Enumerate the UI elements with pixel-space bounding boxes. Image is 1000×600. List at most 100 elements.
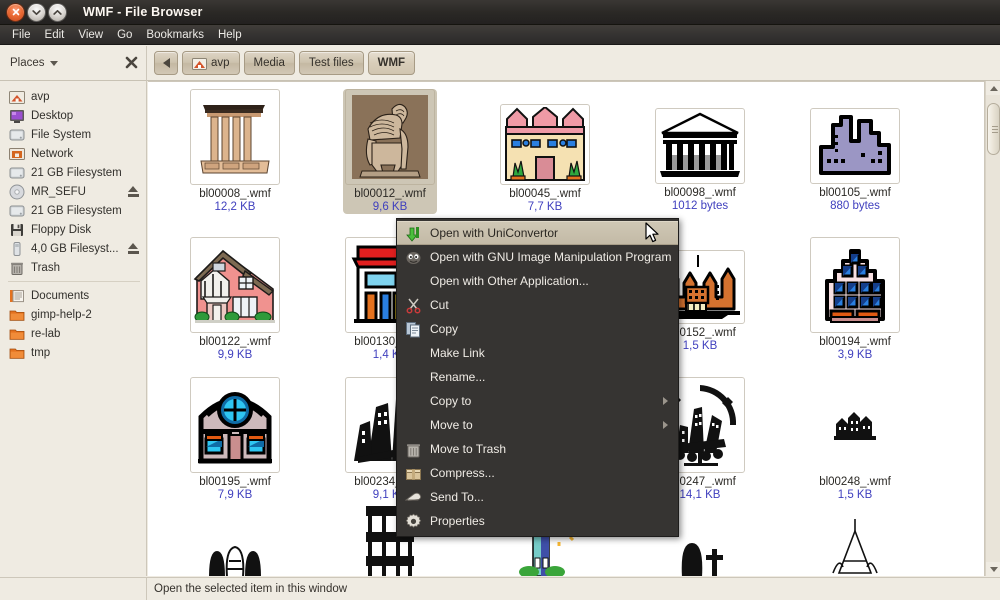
places-title-label: Places [10,57,45,69]
no-icon [403,392,423,410]
file-name: bl00194_.wmf [819,336,891,348]
sidebar-item-mr-sefu[interactable]: MR_SEFU [0,182,146,201]
no-icon [403,344,423,362]
gear-icon [403,512,423,530]
sidebar-item-filesystem-21gb-b[interactable]: 21 GB Filesystem [0,201,146,220]
menu-item-open-with-gimp[interactable]: Open with GNU Image Manipulation Program [397,245,678,269]
context-menu[interactable]: Open with UniConvertor Open with GNU Ima… [396,218,679,537]
file-item[interactable]: bl00195_.wmf 7,9 KB [180,377,290,502]
file-item[interactable]: bl00045_.wmf 7,7 KB [490,104,600,214]
file-name: bl00122_.wmf [199,336,271,348]
file-item[interactable]: bl00194_.wmf 3,9 KB [800,237,910,362]
places-title-group[interactable]: Places [10,57,58,69]
menu-item-make-link[interactable]: Make Link [397,341,678,365]
ruins-columns-art [200,105,270,174]
file-thumbnail [810,377,900,473]
sidebar-item-gimp-help-2[interactable]: gimp-help-2 [0,305,146,324]
menu-item-copy-to[interactable]: Copy to [397,389,678,413]
menu-item-open-with-uniconvertor[interactable]: Open with UniConvertor [397,221,678,245]
close-window-button[interactable] [6,2,25,22]
path-bar: avp Media Test files WMF [147,51,416,75]
file-size: 3,9 KB [837,349,873,361]
menu-item-label: Move to [430,418,473,432]
file-item[interactable] [180,517,290,576]
minimize-window-button[interactable] [27,2,46,22]
breadcrumb-test-files[interactable]: Test files [298,51,364,75]
file-size: 9,6 KB [368,201,412,214]
menu-item-properties[interactable]: Properties [397,509,678,533]
menu-edit[interactable]: Edit [38,27,72,43]
breadcrumb-avp[interactable]: avp [182,51,240,75]
file-thumbnail [190,237,280,333]
file-item-selected[interactable]: bl00012_.wmf 9,6 KB [335,89,445,214]
sidebar-item-avp[interactable]: avp [0,87,146,106]
menu-item-rename[interactable]: Rename... [397,365,678,389]
menu-item-cut[interactable]: Cut [397,293,678,317]
menu-item-label: Move to Trash [430,442,507,456]
sidebar-item-file-system[interactable]: File System [0,125,146,144]
menu-view[interactable]: View [71,27,110,43]
submenu-arrow-icon [663,421,668,429]
vertical-scrollbar[interactable] [985,81,1000,576]
sidebar-item-filesystem-21gb-a[interactable]: 21 GB Filesystem [0,163,146,182]
file-thumbnail [810,517,900,576]
menu-file[interactable]: File [5,27,38,43]
menu-item-open-with-other-application[interactable]: Open with Other Application... [397,269,678,293]
eject-icon[interactable] [127,243,140,254]
pink-house-art [193,249,275,323]
sidebar-item-desktop[interactable]: Desktop [0,106,146,125]
menu-item-label: Copy [430,322,459,336]
menu-item-label: Open with GNU Image Manipulation Program [430,250,672,264]
menu-item-move-to[interactable]: Move to [397,413,678,437]
maximize-window-button[interactable] [48,2,67,22]
file-item[interactable]: bl00122_.wmf 9,9 KB [180,237,290,362]
menu-item-compress[interactable]: Compress... [397,461,678,485]
breadcrumb-wmf[interactable]: WMF [367,51,416,75]
home-icon [192,57,207,70]
menu-item-copy[interactable]: Copy [397,317,678,341]
file-item[interactable]: bl00008_.wmf 12,2 KB [180,89,290,214]
file-item[interactable]: bl00098_.wmf 1012 bytes [645,108,755,213]
menu-go[interactable]: Go [110,27,139,43]
status-bar-left-pane [0,578,147,600]
menu-help[interactable]: Help [211,27,249,43]
menu-item-move-to-trash[interactable]: Move to Trash [397,437,678,461]
scroll-down-button[interactable] [986,562,1000,576]
sidebar-item-label: 21 GB Filesystem [31,166,122,179]
sidebar-item-re-lab[interactable]: re-lab [0,324,146,343]
file-name: bl00195_.wmf [199,476,271,488]
folder-icon [9,310,25,321]
mouse-cursor [645,222,661,247]
file-item[interactable]: bl00248_.wmf 1,5 KB [800,377,910,502]
file-thumbnail [190,89,280,185]
file-size: 12,2 KB [214,201,256,213]
sidebar-item-label: Network [31,147,74,160]
sidebar-item-trash[interactable]: Trash [0,258,146,277]
file-size: 1,5 KB [682,340,718,352]
sidebar-item-network[interactable]: Network [0,144,146,163]
sidebar-item-label: MR_SEFU [31,185,86,198]
scrollbar-thumb[interactable] [987,103,1000,155]
sidebar-item-floppy-disk[interactable]: Floppy Disk [0,220,146,239]
menu-bookmarks[interactable]: Bookmarks [139,27,211,43]
file-browser-window: WMF - File Browser File Edit View Go Boo… [0,0,1000,600]
menu-item-send-to[interactable]: Send To... [397,485,678,509]
file-thumbnail [500,104,590,185]
drive-removable-icon [13,241,21,256]
file-item[interactable] [800,517,910,576]
file-item[interactable]: bl00105_.wmf 880 bytes [800,108,910,213]
scroll-up-button[interactable] [986,81,1000,95]
file-size: 14,1 KB [679,489,721,501]
sidebar-item-label: avp [31,90,50,103]
back-button[interactable] [154,51,178,75]
breadcrumb-media[interactable]: Media [243,51,295,75]
dutch-house-art [825,249,885,323]
eject-icon[interactable] [127,186,140,197]
close-sidebar-icon[interactable] [125,56,138,71]
sidebar-item-tmp[interactable]: tmp [0,343,146,362]
scissors-icon [403,296,423,314]
lamassu-art [352,95,428,179]
sidebar-item-usb-filesystem[interactable]: 4,0 GB Filesyst... [0,239,146,258]
sidebar-item-documents[interactable]: Documents [0,286,146,305]
scrollbar-track[interactable] [986,95,1000,562]
